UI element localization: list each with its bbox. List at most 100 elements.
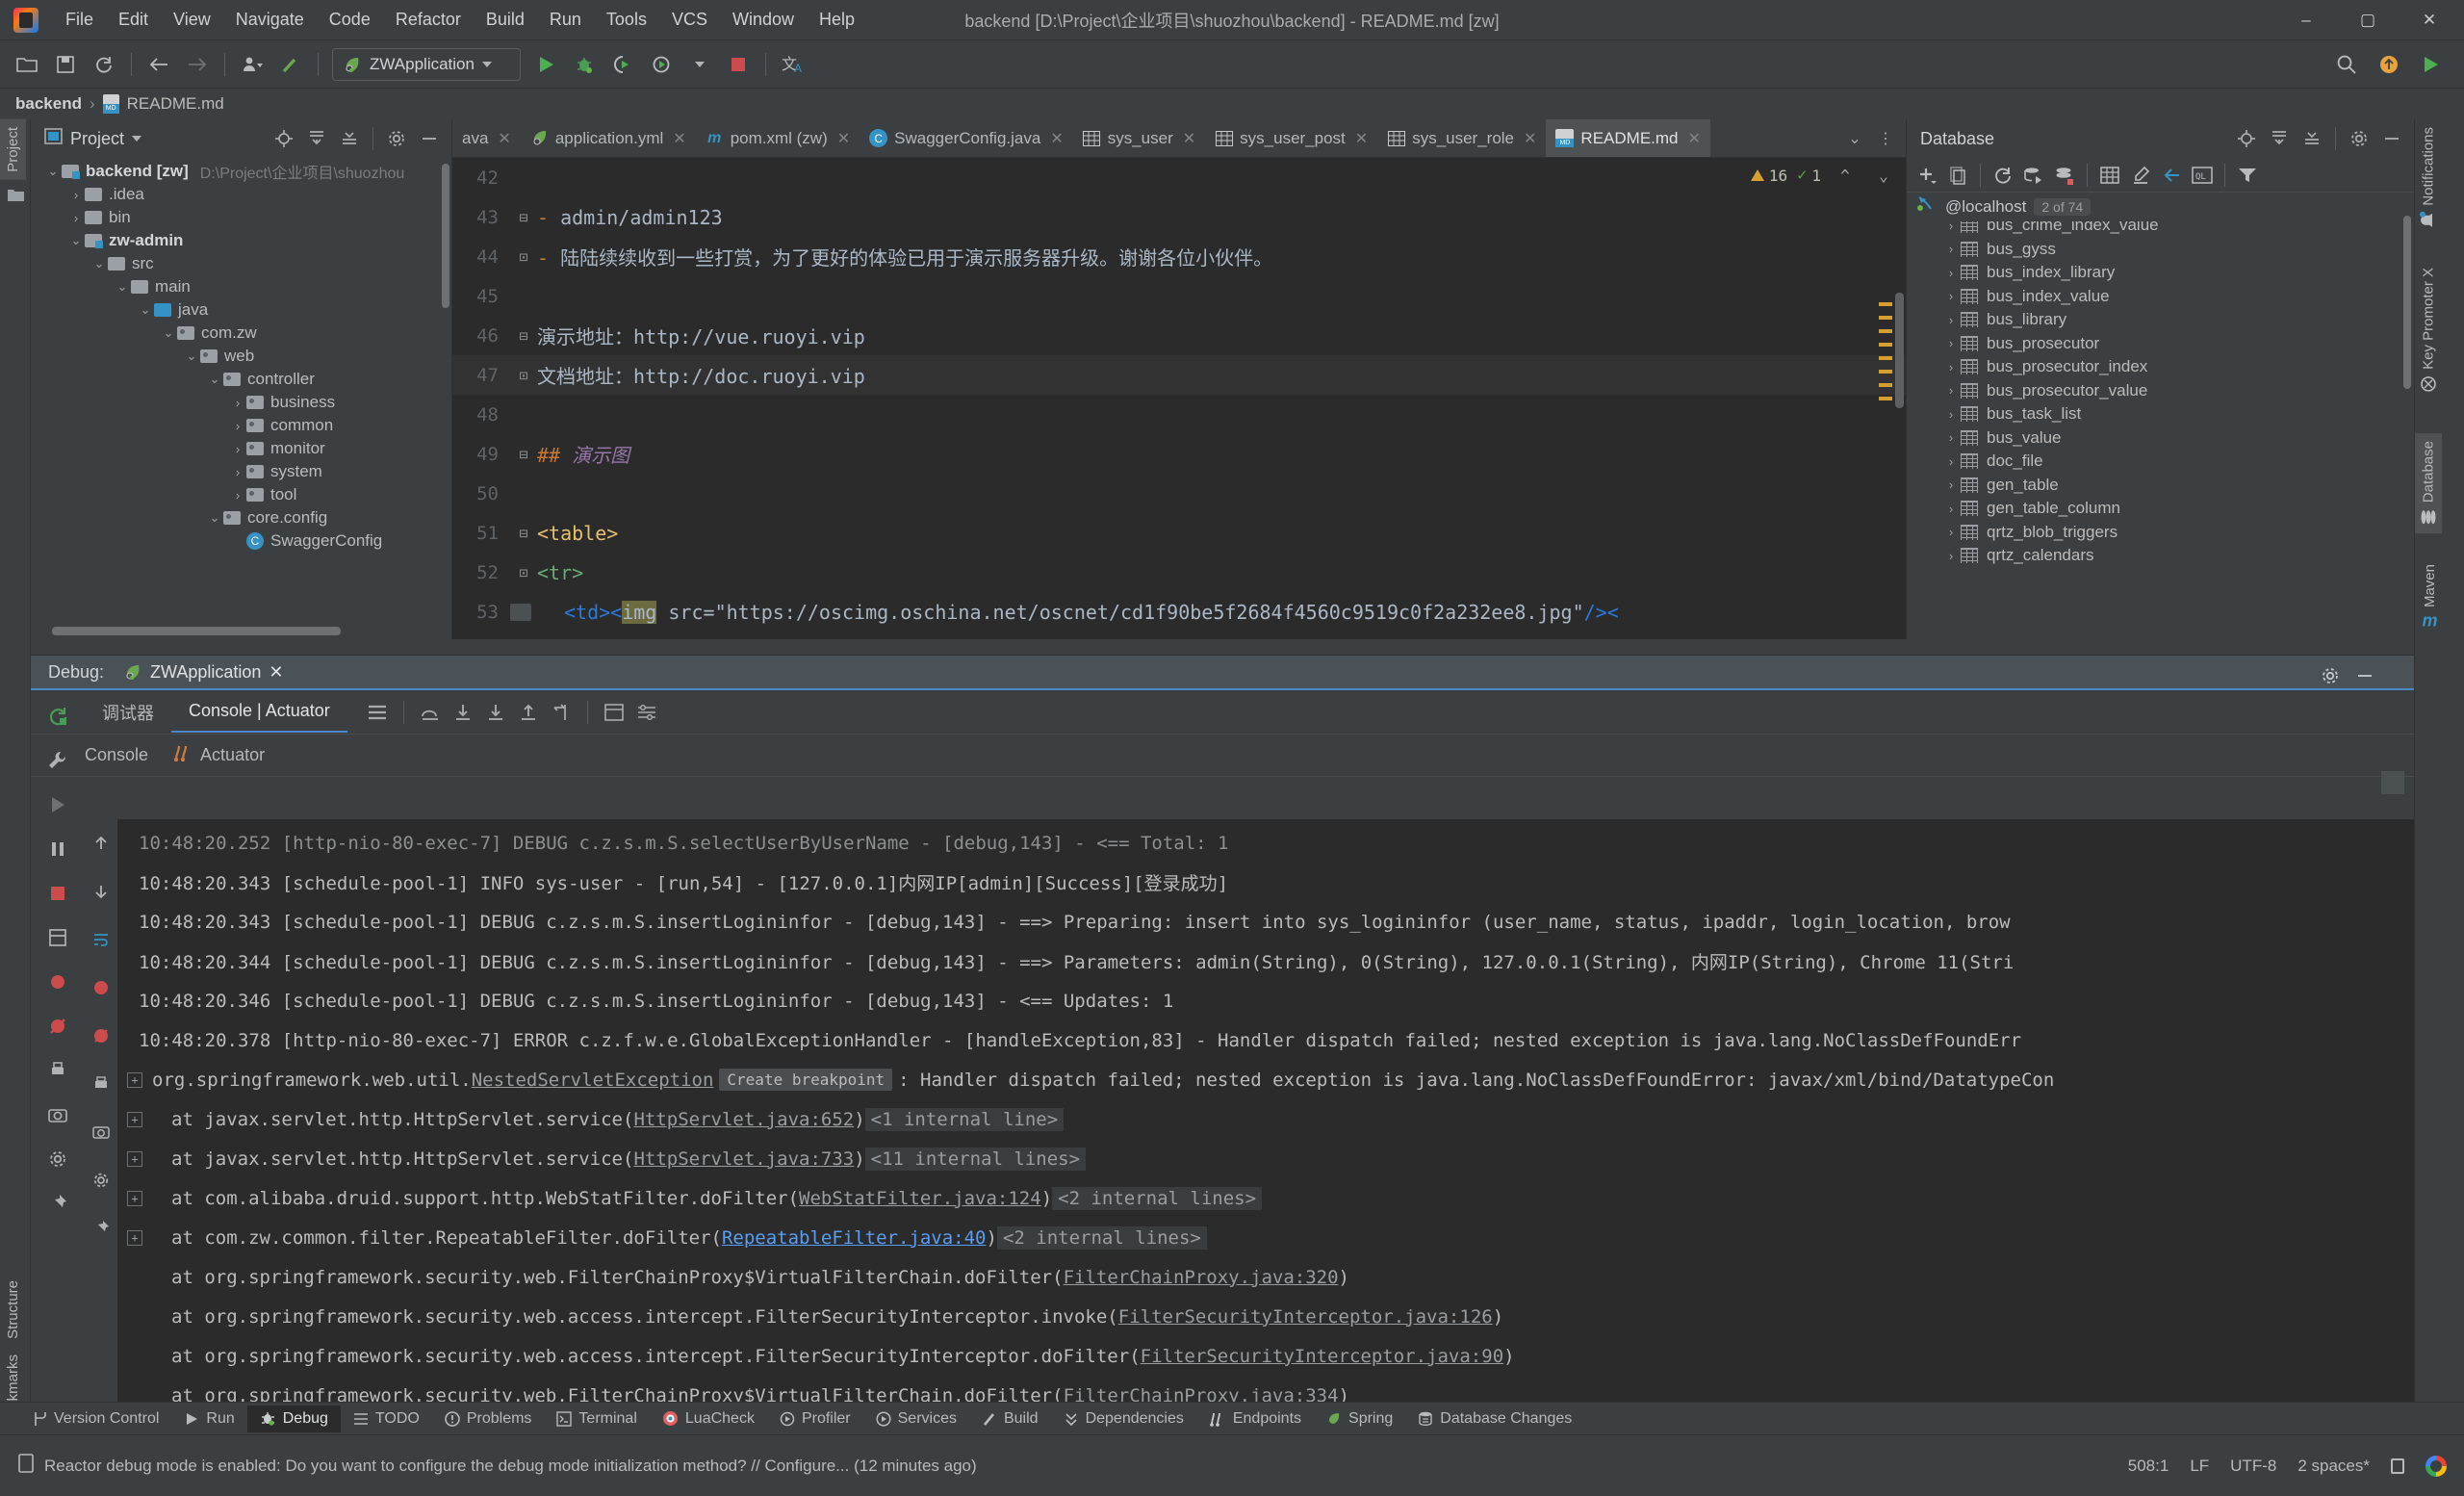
more-options-icon[interactable]: ⋮ [1871, 124, 1900, 153]
run-query-icon[interactable] [2019, 161, 2048, 190]
database-table-node[interactable]: › gen_table [1907, 474, 2414, 498]
menu-item-run[interactable]: Run [538, 6, 593, 34]
editor-tab-ava[interactable]: Cava✕ [452, 119, 521, 157]
mute-breakpoints-icon[interactable] [41, 1010, 74, 1043]
close-button[interactable]: ✕ [2399, 0, 2460, 40]
chevron-right-icon[interactable]: › [1941, 477, 1961, 492]
exception-class-link[interactable]: NestedServletException [472, 1070, 714, 1091]
debug-session-tab[interactable]: ZWApplication ✕ [117, 662, 289, 683]
step-over-icon[interactable] [416, 698, 445, 727]
translate-icon[interactable]: 文A [776, 47, 810, 82]
chevron-right-icon[interactable]: › [229, 442, 246, 456]
database-table-node[interactable]: › bus_index_library [1907, 261, 2414, 285]
collapse-all-icon[interactable] [335, 124, 364, 153]
menu-item-view[interactable]: View [162, 6, 222, 34]
hide-icon[interactable] [2377, 124, 2406, 153]
sidebar-tab-database[interactable]: Database [2415, 432, 2442, 533]
debug-subtab-console[interactable]: Console [85, 745, 148, 765]
close-icon[interactable]: ✕ [673, 129, 685, 148]
console-output[interactable]: 10:48:20.252 [http-nio-80-exec-7] DEBUG … [117, 819, 2414, 1434]
stack-file-link[interactable]: HttpServlet.java:733 [633, 1148, 854, 1170]
collapse-all-icon[interactable] [2297, 124, 2326, 153]
stack-file-link[interactable]: WebStatFilter.java:124 [799, 1188, 1041, 1209]
code-line[interactable]: 46 ⊟ 演示地址：http://vue.ruoyi.vip [452, 316, 1906, 355]
chevron-down-icon[interactable]: ⌄ [90, 256, 108, 271]
sync-db-icon[interactable] [2050, 161, 2079, 190]
caret-position[interactable]: 508:1 [2128, 1457, 2169, 1476]
expand-frames-icon[interactable]: + [127, 1190, 142, 1206]
editor-area[interactable]: 16 ✓ 1 ^ ⌄ 42 43 ⊟ - admin/admin123 44 ⊡ - 陆陆续… [452, 158, 1906, 639]
breadcrumb-file[interactable]: README.md [127, 94, 224, 114]
restore-layout-icon[interactable] [41, 921, 74, 954]
database-table-node[interactable]: › bus_prosecutor_index [1907, 355, 2414, 379]
search-everywhere-icon[interactable] [2329, 47, 2364, 82]
settings-wrench-icon[interactable] [41, 744, 74, 777]
code-line[interactable]: 42 [452, 158, 1906, 197]
close-icon[interactable]: ✕ [1524, 129, 1536, 148]
project-tree-node[interactable]: ⌄ src [31, 252, 451, 275]
tool-window-profiler[interactable]: Profiler [767, 1406, 863, 1432]
close-icon[interactable]: ✕ [1050, 129, 1063, 148]
editor-tab-sys-user-role[interactable]: sys_user_role ✕ [1377, 119, 1546, 157]
fold-marker[interactable]: ⊟ [510, 525, 537, 542]
chevron-right-icon[interactable]: › [1941, 407, 1961, 422]
expand-frames-icon[interactable]: + [127, 1150, 142, 1167]
code-line[interactable]: 45 [452, 276, 1906, 316]
chevron-right-icon[interactable]: › [229, 465, 246, 479]
internal-lines-chip[interactable]: <2 internal lines> [1052, 1186, 1263, 1210]
pin-icon[interactable] [41, 1187, 74, 1220]
project-tree-node[interactable]: C SwaggerConfig [31, 529, 451, 553]
menu-icon[interactable] [363, 698, 392, 727]
database-table-node[interactable]: › doc_file [1907, 450, 2414, 474]
line-separator[interactable]: LF [2190, 1457, 2209, 1476]
close-icon[interactable]: ✕ [1183, 129, 1195, 148]
sidebar-tab-structure[interactable]: Structure [0, 1273, 26, 1347]
print-icon[interactable] [85, 1068, 117, 1100]
debug-subtab-actuator[interactable]: Actuator [173, 744, 265, 766]
save-icon[interactable] [48, 47, 83, 82]
internal-lines-chip[interactable]: <1 internal line> [864, 1107, 1065, 1131]
project-tree-node[interactable]: › .idea [31, 183, 451, 206]
project-tree-node[interactable]: ⌄ zw-admin [31, 229, 451, 252]
chevron-right-icon[interactable]: › [1941, 289, 1961, 303]
chevron-down-icon[interactable]: ⌄ [137, 302, 154, 318]
chevron-down-icon[interactable]: ⌄ [67, 233, 85, 248]
previous-occurrence-icon[interactable]: ^ [1831, 161, 1860, 190]
menu-item-vcs[interactable]: VCS [660, 6, 719, 34]
project-tree-node[interactable]: › common [31, 414, 451, 437]
chevron-right-icon[interactable]: › [229, 419, 246, 433]
sidebar-tab-key-promoter[interactable]: Key Promoter X [2415, 260, 2442, 400]
mute-icon[interactable] [85, 1019, 117, 1052]
locate-file-icon[interactable] [270, 124, 298, 153]
sidebar-tab-project[interactable]: Project [0, 119, 26, 180]
back-arrow-icon[interactable] [141, 47, 176, 82]
code-line[interactable]: 53 <td><img src="https://oscimg.oschina.… [452, 592, 1906, 632]
database-table-node[interactable]: › bus_gyss [1907, 238, 2414, 262]
refresh-icon[interactable] [1989, 161, 2017, 190]
tool-window-database-changes[interactable]: Database Changes [1405, 1406, 1584, 1432]
debug-tab-0[interactable]: 调试器 [85, 690, 171, 735]
sidebar-tab-notifications[interactable]: Notifications [2415, 119, 2442, 237]
filter-icon[interactable] [2233, 161, 2262, 190]
forward-arrow-icon[interactable] [180, 47, 215, 82]
tool-window-debug[interactable]: Debug [246, 1405, 341, 1432]
database-table-node[interactable]: › qrtz_calendars [1907, 544, 2414, 568]
project-tree-node[interactable]: ⌄ main [31, 275, 451, 298]
fold-marker[interactable]: ⊟ [510, 209, 537, 226]
down-icon[interactable] [85, 875, 117, 908]
gear-icon[interactable] [85, 1164, 117, 1197]
chevron-down-icon[interactable]: ⌄ [206, 372, 223, 387]
locate-icon[interactable] [2232, 124, 2261, 153]
menu-item-code[interactable]: Code [318, 6, 382, 34]
profiler-dropdown-icon[interactable] [682, 47, 717, 82]
chevron-right-icon[interactable]: › [1941, 430, 1961, 445]
chevron-right-icon[interactable]: › [1941, 525, 1961, 539]
step-out-icon[interactable] [514, 698, 543, 727]
check-count[interactable]: ✓ 1 [1797, 166, 1821, 185]
code-line[interactable]: 49 ⊟ ## 演示图 [452, 434, 1906, 474]
tool-window-build[interactable]: Build [969, 1406, 1051, 1432]
console-stack-line[interactable]: at org.springframework.security.web.acce… [117, 1297, 2414, 1336]
menu-item-window[interactable]: Window [721, 6, 806, 34]
database-table-node[interactable]: › bus_crime_index_value [1907, 221, 2414, 238]
add-icon[interactable] [1912, 161, 1941, 190]
